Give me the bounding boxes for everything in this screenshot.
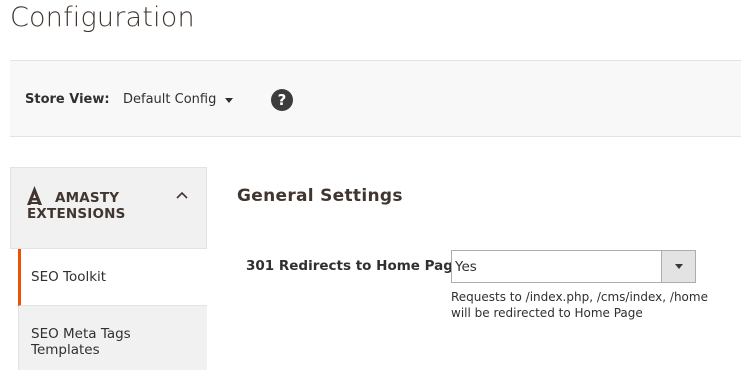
redirects-select-value: Yes — [455, 259, 477, 275]
configuration-page: Configuration Store View: Default Config… — [0, 0, 741, 370]
sidebar-item-seo-meta-tags-templates[interactable]: SEO Meta Tags Templates — [18, 306, 207, 370]
config-sidebar: AMASTY EXTENSIONS SEO Toolkit SEO Meta T… — [10, 167, 207, 370]
store-view-selected: Default Config — [123, 92, 217, 107]
select-dropdown-button[interactable] — [661, 251, 695, 282]
store-view-bar: Store View: Default Config ? — [10, 60, 741, 137]
sidebar-group-label: AMASTY EXTENSIONS — [27, 190, 126, 222]
sidebar-item-label: SEO Toolkit — [31, 269, 107, 285]
store-view-switcher[interactable]: Default Config — [123, 92, 234, 107]
chevron-up-icon[interactable] — [176, 191, 188, 199]
sidebar-group-amasty-extensions[interactable]: AMASTY EXTENSIONS — [10, 167, 207, 249]
chevron-down-icon — [675, 264, 683, 269]
page-title: Configuration — [10, 2, 195, 33]
section-title: General Settings — [237, 186, 403, 206]
redirects-field-label: 301 Redirects to Home Page — [246, 258, 463, 274]
caret-down-icon — [225, 97, 234, 103]
redirects-field-note: Requests to /index.php, /cms/index, /hom… — [451, 290, 708, 320]
help-icon[interactable]: ? — [271, 89, 293, 111]
redirects-select[interactable]: Yes — [451, 250, 696, 283]
sidebar-item-seo-toolkit[interactable]: SEO Toolkit — [18, 249, 207, 306]
sidebar-item-label: SEO Meta Tags Templates — [31, 326, 131, 358]
store-view-label: Store View: — [25, 92, 110, 107]
